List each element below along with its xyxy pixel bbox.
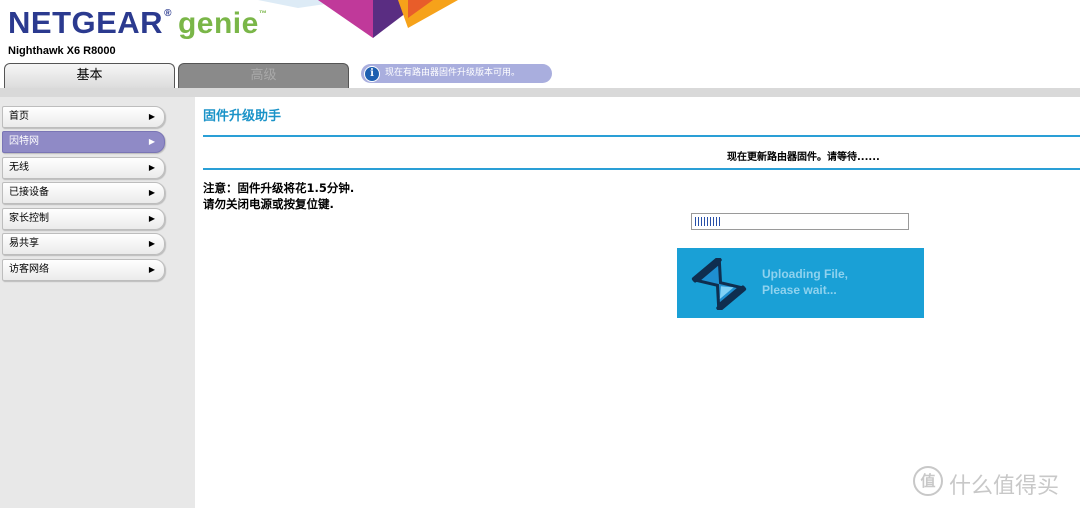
decorative-graphic (258, 0, 458, 38)
warning-line-2: 请勿关闭电源或按复位键. (203, 197, 334, 211)
divider (203, 135, 1080, 137)
netgear-genie-logo: NETGEAR® genie™ (8, 5, 267, 41)
sidebar-item-label: 易共享 (9, 238, 39, 249)
upload-status-panel: Uploading File, Please wait... (677, 248, 924, 318)
progress-bar (691, 213, 909, 230)
chevron-right-icon: ▶ (148, 188, 155, 197)
sidebar-item-label: 已接设备 (9, 187, 49, 198)
sidebar-item-internet[interactable]: 因特网 ▶ (2, 131, 165, 153)
tab-advanced[interactable]: 高级 (178, 63, 349, 88)
progress-bar-fill (695, 217, 722, 226)
page-title: 固件升级助手 (203, 109, 282, 124)
watermark-text: 什么值得买 (949, 474, 1060, 499)
firmware-update-notice[interactable]: i 现在有路由器固件升级版本可用。 (361, 64, 552, 83)
watermark: 值 什么值得买 (913, 466, 1073, 499)
sidebar-item-home[interactable]: 首页 ▶ (2, 106, 165, 128)
brand-product: genie (177, 7, 259, 40)
chevron-right-icon: ▶ (148, 239, 155, 248)
sidebar-item-label: 访客网络 (9, 264, 49, 275)
sidebar: 首页 ▶ 因特网 ▶ 无线 ▶ 已接设备 ▶ 家长控制 ▶ 易共享 ▶ 访客网络… (0, 97, 195, 508)
router-model: Nighthawk X6 R8000 (8, 45, 116, 57)
sidebar-item-parental-controls[interactable]: 家长控制 ▶ (2, 208, 165, 230)
brand-registered-mark: ® (164, 8, 172, 19)
chevron-right-icon: ▶ (148, 265, 155, 274)
chevron-right-icon: ▶ (148, 137, 155, 146)
update-status-text: 现在更新路由器固件。请等待...... (727, 152, 880, 163)
sidebar-item-readyshare[interactable]: 易共享 ▶ (2, 233, 165, 255)
sidebar-item-label: 首页 (9, 111, 29, 122)
zhi-logo-icon: 值 (913, 466, 943, 496)
hourglass-icon (691, 258, 747, 310)
chevron-right-icon: ▶ (148, 112, 155, 121)
chevron-right-icon: ▶ (148, 214, 155, 223)
info-icon: i (364, 66, 380, 82)
sidebar-item-attached-devices[interactable]: 已接设备 ▶ (2, 182, 165, 204)
sidebar-item-label: 家长控制 (9, 213, 49, 224)
chevron-right-icon: ▶ (148, 163, 155, 172)
divider (203, 168, 1080, 170)
upload-status-line-2: Please wait... (762, 283, 837, 297)
brand-name: NETGEAR (8, 5, 164, 40)
header-divider-band (0, 88, 1080, 97)
warning-line-1: 注意：固件升级将花1.5分钟. (203, 181, 355, 195)
header: NETGEAR® genie™ Nighthawk X6 R8000 基本 高级 … (0, 0, 1080, 88)
sidebar-item-guest-network[interactable]: 访客网络 ▶ (2, 259, 165, 281)
sidebar-item-wireless[interactable]: 无线 ▶ (2, 157, 165, 179)
upload-status-line-1: Uploading File, (762, 267, 848, 281)
notice-text: 现在有路由器固件升级版本可用。 (385, 68, 521, 78)
main-content: 固件升级助手 现在更新路由器固件。请等待...... 注意：固件升级将花1.5分… (195, 97, 1080, 508)
sidebar-item-label: 因特网 (9, 136, 39, 147)
tab-basic[interactable]: 基本 (4, 63, 175, 88)
sidebar-item-label: 无线 (9, 162, 29, 173)
